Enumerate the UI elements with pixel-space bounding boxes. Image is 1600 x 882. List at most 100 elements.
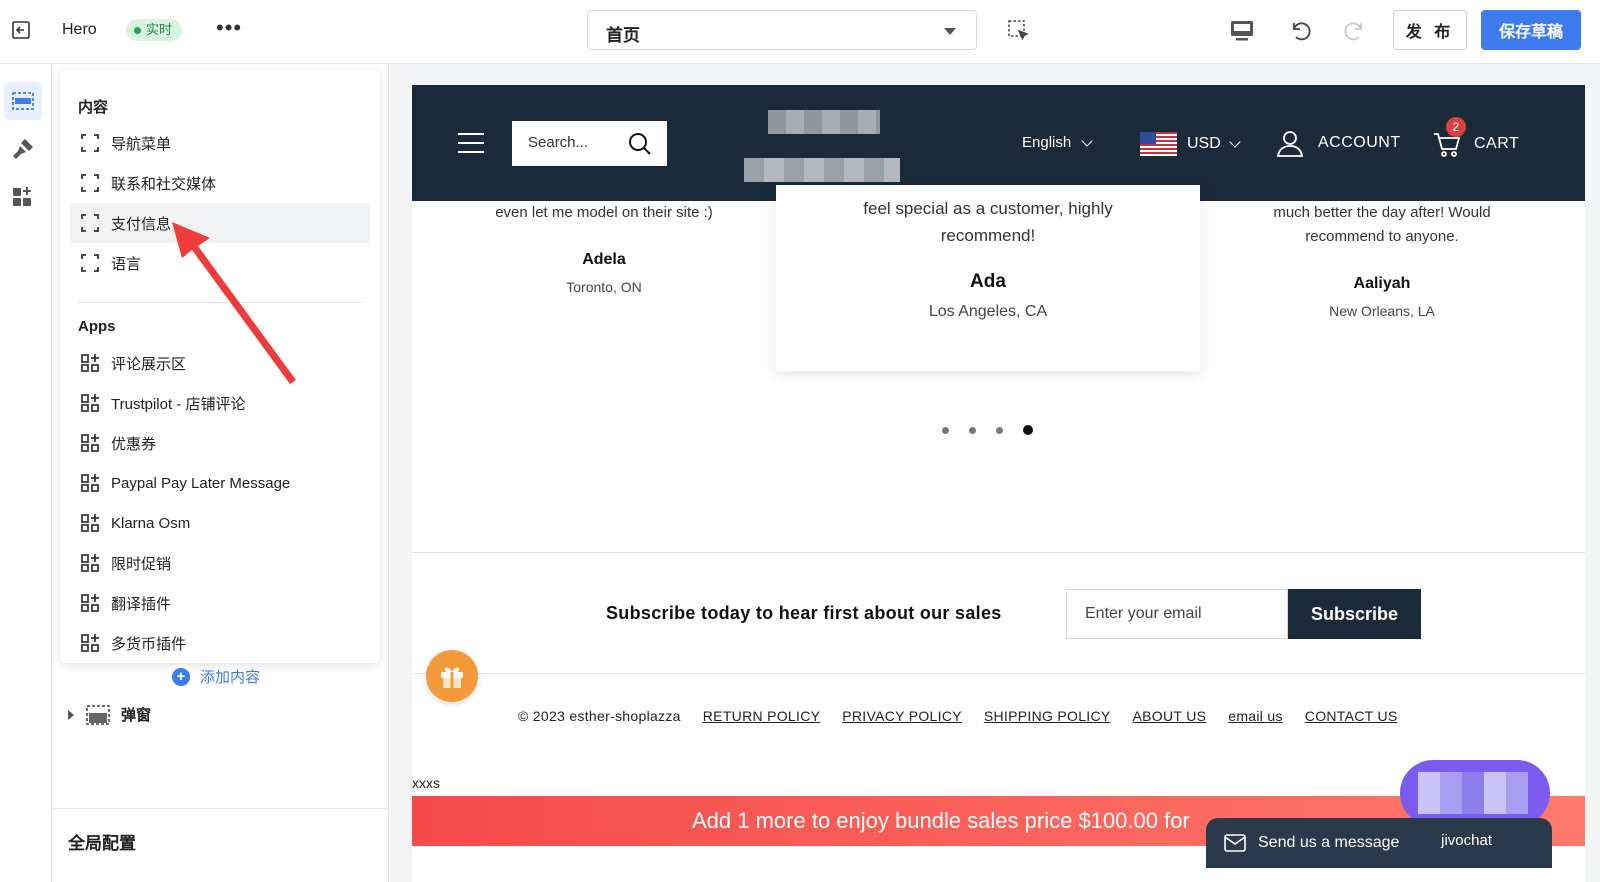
content-item-label: 语言: [111, 255, 142, 273]
language-selector[interactable]: English: [1022, 134, 1093, 151]
testimonial-card-active: feel special as a customer, highly recom…: [776, 185, 1200, 371]
content-item-contact-social[interactable]: 联系和社交媒体: [70, 163, 370, 203]
chevron-down-icon: [1081, 134, 1093, 147]
footer-links: © 2023 esther-shoplazza RETURN POLICY PR…: [518, 708, 1398, 724]
save-draft-button[interactable]: 保存草稿: [1481, 10, 1581, 50]
testimonial-card: much better the day after! Would recomme…: [1232, 201, 1532, 319]
chevron-down-icon: [944, 28, 956, 35]
carousel-dot[interactable]: [969, 426, 976, 434]
page-select[interactable]: 首页: [587, 10, 977, 50]
testimonial-quote: much better the day after! Would recomme…: [1273, 204, 1491, 245]
status-badge-label: 实时: [146, 22, 173, 37]
select-element-icon[interactable]: [1006, 18, 1032, 44]
testimonial-name: Adela: [582, 251, 626, 268]
undo-icon[interactable]: [1287, 18, 1313, 44]
account-label: ACCOUNT: [1318, 134, 1401, 151]
section-frame-icon: [81, 174, 99, 192]
subscribe-button[interactable]: Subscribe: [1288, 589, 1421, 639]
footer-link-about-us[interactable]: ABOUT US: [1133, 708, 1207, 724]
chat-brand-logo: jivochat: [1441, 832, 1492, 849]
gift-icon: [441, 667, 463, 688]
app-item-trustpilot[interactable]: Trustpilot - 店铺评论: [70, 383, 370, 423]
annotation-arrow-icon: [172, 222, 296, 384]
app-item-label: 限时促销: [111, 555, 172, 573]
testimonial-location: Los Angeles, CA: [928, 303, 1048, 320]
exit-editor-icon[interactable]: [10, 18, 34, 42]
app-grid-icon: [81, 394, 99, 412]
carousel-dot[interactable]: [942, 426, 949, 434]
desktop-view-icon[interactable]: [1229, 18, 1255, 44]
publish-button[interactable]: 发 布: [1393, 10, 1467, 50]
footer-link-shipping-policy[interactable]: SHIPPING POLICY: [984, 708, 1111, 724]
footer-link-contact-us[interactable]: CONTACT US: [1305, 708, 1398, 724]
gift-button[interactable]: [426, 650, 478, 702]
cart-label: CART: [1474, 135, 1520, 152]
testimonial-location: New Orleans, LA: [1329, 303, 1435, 319]
apps-section-header: Apps: [78, 318, 116, 335]
footer-link-email-us[interactable]: email us: [1228, 708, 1283, 724]
chat-avatar-blurred[interactable]: [1400, 760, 1550, 826]
redo-icon[interactable]: [1342, 18, 1368, 44]
language-value: English: [1022, 134, 1072, 151]
app-item-label: Klarna Osm: [111, 514, 191, 532]
chat-widget-bar[interactable]: Send us a message jivochat: [1206, 818, 1552, 868]
app-item-flash-sale[interactable]: 限时促销: [70, 543, 370, 583]
global-config-header[interactable]: 全局配置: [52, 808, 389, 854]
testimonial-card: even let me model on their site :) Adela…: [454, 201, 754, 295]
divider: [412, 552, 1585, 553]
app-item-label: 翻译插件: [111, 595, 172, 613]
app-item-label: Trustpilot - 店铺评论: [111, 395, 246, 413]
brush-icon: [13, 139, 33, 159]
sections-icon: [12, 92, 34, 110]
footer-link-return-policy[interactable]: RETURN POLICY: [703, 708, 820, 724]
testimonial-content: feel special as a customer, highly recom…: [838, 195, 1138, 321]
editor-topbar: Hero 实时 ••• 首页 发 布 保存草稿: [0, 0, 1600, 64]
store-search-box[interactable]: Search...: [512, 121, 667, 166]
app-item-translation[interactable]: 翻译插件: [70, 583, 370, 623]
testimonial-quote: even let me model on their site :): [495, 204, 713, 221]
cart-count-badge: 2: [1446, 117, 1466, 137]
apps-icon: [13, 187, 31, 206]
plus-circle-icon: +: [172, 667, 190, 686]
app-item-coupons[interactable]: 优惠券: [70, 423, 370, 463]
account-link[interactable]: ACCOUNT: [1276, 129, 1401, 157]
app-item-label: 多货币插件: [111, 635, 187, 653]
theme-title: Hero: [62, 21, 97, 38]
app-grid-icon: [81, 634, 99, 652]
app-grid-icon: [81, 594, 99, 612]
hamburger-menu-icon[interactable]: [458, 133, 484, 153]
testimonial-name: Aaliyah: [1353, 275, 1411, 292]
store-logo-blurred[interactable]: [744, 110, 900, 182]
section-frame-icon: [81, 134, 99, 152]
footer-link-privacy-policy[interactable]: PRIVACY POLICY: [842, 708, 962, 724]
section-frame-icon: [81, 254, 99, 272]
add-content-label: 添加内容: [200, 669, 261, 686]
content-item-nav-menu[interactable]: 导航菜单: [70, 123, 370, 163]
testimonial-location: Toronto, ON: [566, 279, 642, 295]
search-placeholder: Search...: [528, 134, 589, 151]
chevron-down-icon: [1229, 136, 1241, 148]
preview-scrollbar[interactable]: [1587, 64, 1600, 882]
subscribe-email-input[interactable]: [1066, 589, 1288, 639]
rail-sections-button[interactable]: [4, 82, 42, 120]
app-item-paypal-pay-later[interactable]: Paypal Pay Later Message: [70, 463, 370, 503]
rail-theme-settings-button[interactable]: [4, 130, 42, 168]
app-item-multi-currency[interactable]: 多货币插件: [70, 623, 370, 663]
popup-section-row[interactable]: 弹窗: [68, 704, 151, 725]
content-section-header: 内容: [78, 99, 109, 116]
cart-link[interactable]: 2 CART: [1432, 117, 1520, 159]
testimonial-name: Ada: [970, 271, 1006, 292]
more-options-icon[interactable]: •••: [216, 16, 242, 40]
app-item-klarna-osm[interactable]: Klarna Osm: [70, 503, 370, 543]
carousel-dot[interactable]: [996, 426, 1003, 434]
us-flag-icon: [1140, 132, 1177, 156]
add-content-button[interactable]: + 添加内容: [172, 666, 260, 687]
carousel-dot-active[interactable]: [1023, 425, 1033, 435]
custom-text: xxxs: [412, 775, 440, 791]
app-grid-icon: [81, 434, 99, 452]
subscribe-heading: Subscribe today to hear first about our …: [606, 603, 1002, 623]
section-frame-icon: [81, 214, 99, 232]
status-dot: [134, 26, 141, 34]
currency-selector[interactable]: USD: [1140, 132, 1241, 156]
rail-apps-button[interactable]: [4, 178, 42, 216]
